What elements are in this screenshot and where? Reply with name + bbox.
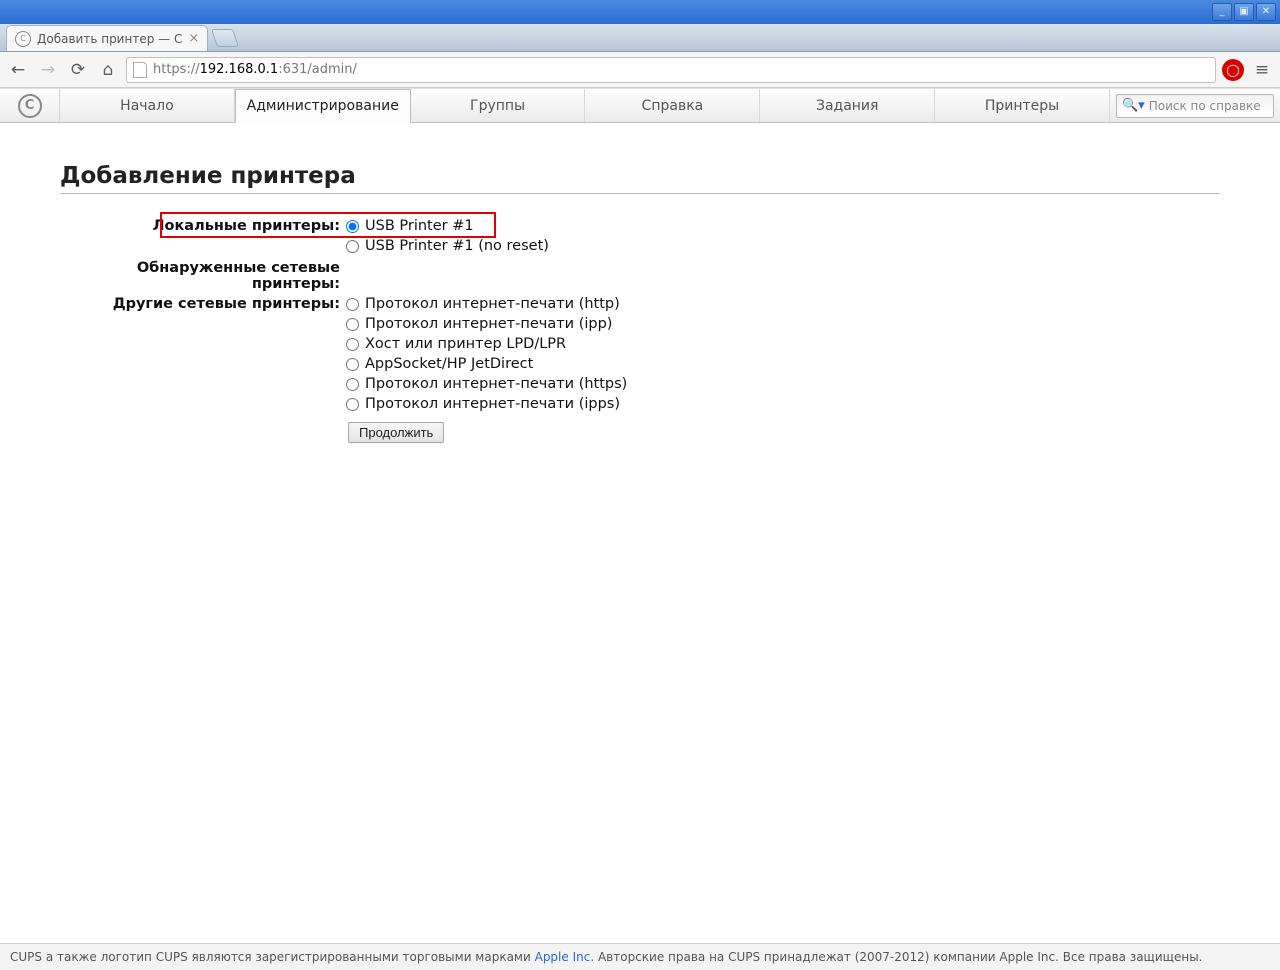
window-maximize-button[interactable]: ▣	[1234, 3, 1254, 21]
other-network-radio[interactable]	[346, 298, 359, 311]
other-network-label: Протокол интернет-печати (ipps)	[365, 394, 620, 414]
row-discovered-network: Обнаруженные сетевые принтеры:	[60, 258, 1220, 292]
other-network-radio[interactable]	[346, 358, 359, 371]
browser-tab[interactable]: C Добавить принтер — C ×	[6, 25, 208, 51]
other-network-radio[interactable]	[346, 398, 359, 411]
help-search-input[interactable]: 🔍▾ Поиск по справке	[1116, 94, 1274, 118]
other-network-radio[interactable]	[346, 318, 359, 331]
url-path: :631/admin/	[278, 62, 357, 77]
label-discovered-network: Обнаруженные сетевые принтеры:	[60, 258, 346, 292]
cups-nav: C НачалоАдминистрированиеГруппыСправкаЗа…	[0, 88, 1280, 123]
browser-toolbar: ← → ⟳ ⌂ https://192.168.0.1:631/admin/ ◯…	[0, 52, 1280, 88]
help-search-placeholder: Поиск по справке	[1149, 99, 1261, 113]
nav-item-4[interactable]: Задания	[760, 89, 935, 122]
nav-item-3[interactable]: Справка	[585, 89, 760, 122]
back-button[interactable]: ←	[6, 58, 30, 82]
local-printer-label: USB Printer #1 (no reset)	[365, 236, 549, 256]
reload-button[interactable]: ⟳	[66, 58, 90, 82]
other-network-option[interactable]: Протокол интернет-печати (ipp)	[346, 314, 627, 334]
footer-text-pre: CUPS а также логотип CUPS являются зарег…	[10, 950, 535, 964]
local-printer-option[interactable]: USB Printer #1 (no reset)	[346, 236, 549, 256]
row-other-network: Другие сетевые принтеры: Протокол интерн…	[60, 294, 1220, 414]
page-title: Добавление принтера	[60, 163, 1220, 194]
nav-item-5[interactable]: Принтеры	[935, 89, 1110, 122]
other-network-label: Протокол интернет-печати (http)	[365, 294, 620, 314]
continue-button[interactable]: Продолжить	[348, 422, 444, 443]
address-url: https://192.168.0.1:631/admin/	[153, 62, 357, 77]
row-local-printers: Локальные принтеры: USB Printer #1USB Pr…	[60, 216, 1220, 256]
footer-text-post: Авторские права на CUPS принадлежат (200…	[594, 950, 1202, 964]
url-scheme: https://	[153, 62, 200, 77]
label-other-network: Другие сетевые принтеры:	[60, 294, 346, 312]
os-titlebar: _ ▣ ✕	[0, 0, 1280, 24]
window-close-button[interactable]: ✕	[1256, 3, 1276, 21]
other-network-option[interactable]: Хост или принтер LPD/LPR	[346, 334, 627, 354]
other-network-option[interactable]: Протокол интернет-печати (http)	[346, 294, 627, 314]
footer: CUPS а также логотип CUPS являются зарег…	[0, 943, 1280, 970]
help-search-wrap: 🔍▾ Поиск по справке	[1110, 89, 1280, 122]
browser-menu-button[interactable]: ≡	[1250, 58, 1274, 82]
other-network-label: Протокол интернет-печати (https)	[365, 374, 627, 394]
other-network-option[interactable]: AppSocket/HP JetDirect	[346, 354, 627, 374]
content-area: Добавление принтера Локальные принтеры: …	[0, 123, 1280, 943]
label-local-printers: Локальные принтеры:	[60, 216, 346, 234]
nav-item-1[interactable]: Администрирование	[235, 89, 411, 123]
local-printer-radio[interactable]	[346, 220, 359, 233]
other-network-radio[interactable]	[346, 338, 359, 351]
url-host: 192.168.0.1	[200, 62, 279, 77]
local-printer-radio[interactable]	[346, 240, 359, 253]
other-network-option[interactable]: Протокол интернет-печати (https)	[346, 374, 627, 394]
browser-tab-strip: C Добавить принтер — C ×	[0, 24, 1280, 52]
search-icon: 🔍▾	[1122, 98, 1145, 113]
new-tab-button[interactable]	[211, 29, 239, 47]
address-bar[interactable]: https://192.168.0.1:631/admin/	[126, 57, 1216, 83]
browser-tab-title: Добавить принтер — C	[37, 32, 182, 46]
other-network-label: Хост или принтер LPD/LPR	[365, 334, 566, 354]
footer-link-apple[interactable]: Apple Inc.	[535, 950, 595, 964]
local-printer-option[interactable]: USB Printer #1	[346, 216, 549, 236]
cups-logo[interactable]: C	[0, 89, 60, 122]
other-network-radio[interactable]	[346, 378, 359, 391]
other-network-option[interactable]: Протокол интернет-печати (ipps)	[346, 394, 627, 414]
other-network-label: AppSocket/HP JetDirect	[365, 354, 533, 374]
nav-item-0[interactable]: Начало	[60, 89, 235, 122]
local-printer-label: USB Printer #1	[365, 216, 474, 236]
other-network-label: Протокол интернет-печати (ipp)	[365, 314, 612, 334]
nav-item-2[interactable]: Группы	[411, 89, 586, 122]
window-minimize-button[interactable]: _	[1212, 3, 1232, 21]
forward-button[interactable]: →	[36, 58, 60, 82]
page-icon	[133, 62, 147, 78]
tab-close-icon[interactable]: ×	[188, 31, 199, 46]
home-button[interactable]: ⌂	[96, 58, 120, 82]
row-continue: Продолжить	[60, 416, 1220, 443]
cups-favicon: C	[15, 31, 31, 47]
adblock-icon[interactable]: ◯	[1222, 59, 1244, 81]
